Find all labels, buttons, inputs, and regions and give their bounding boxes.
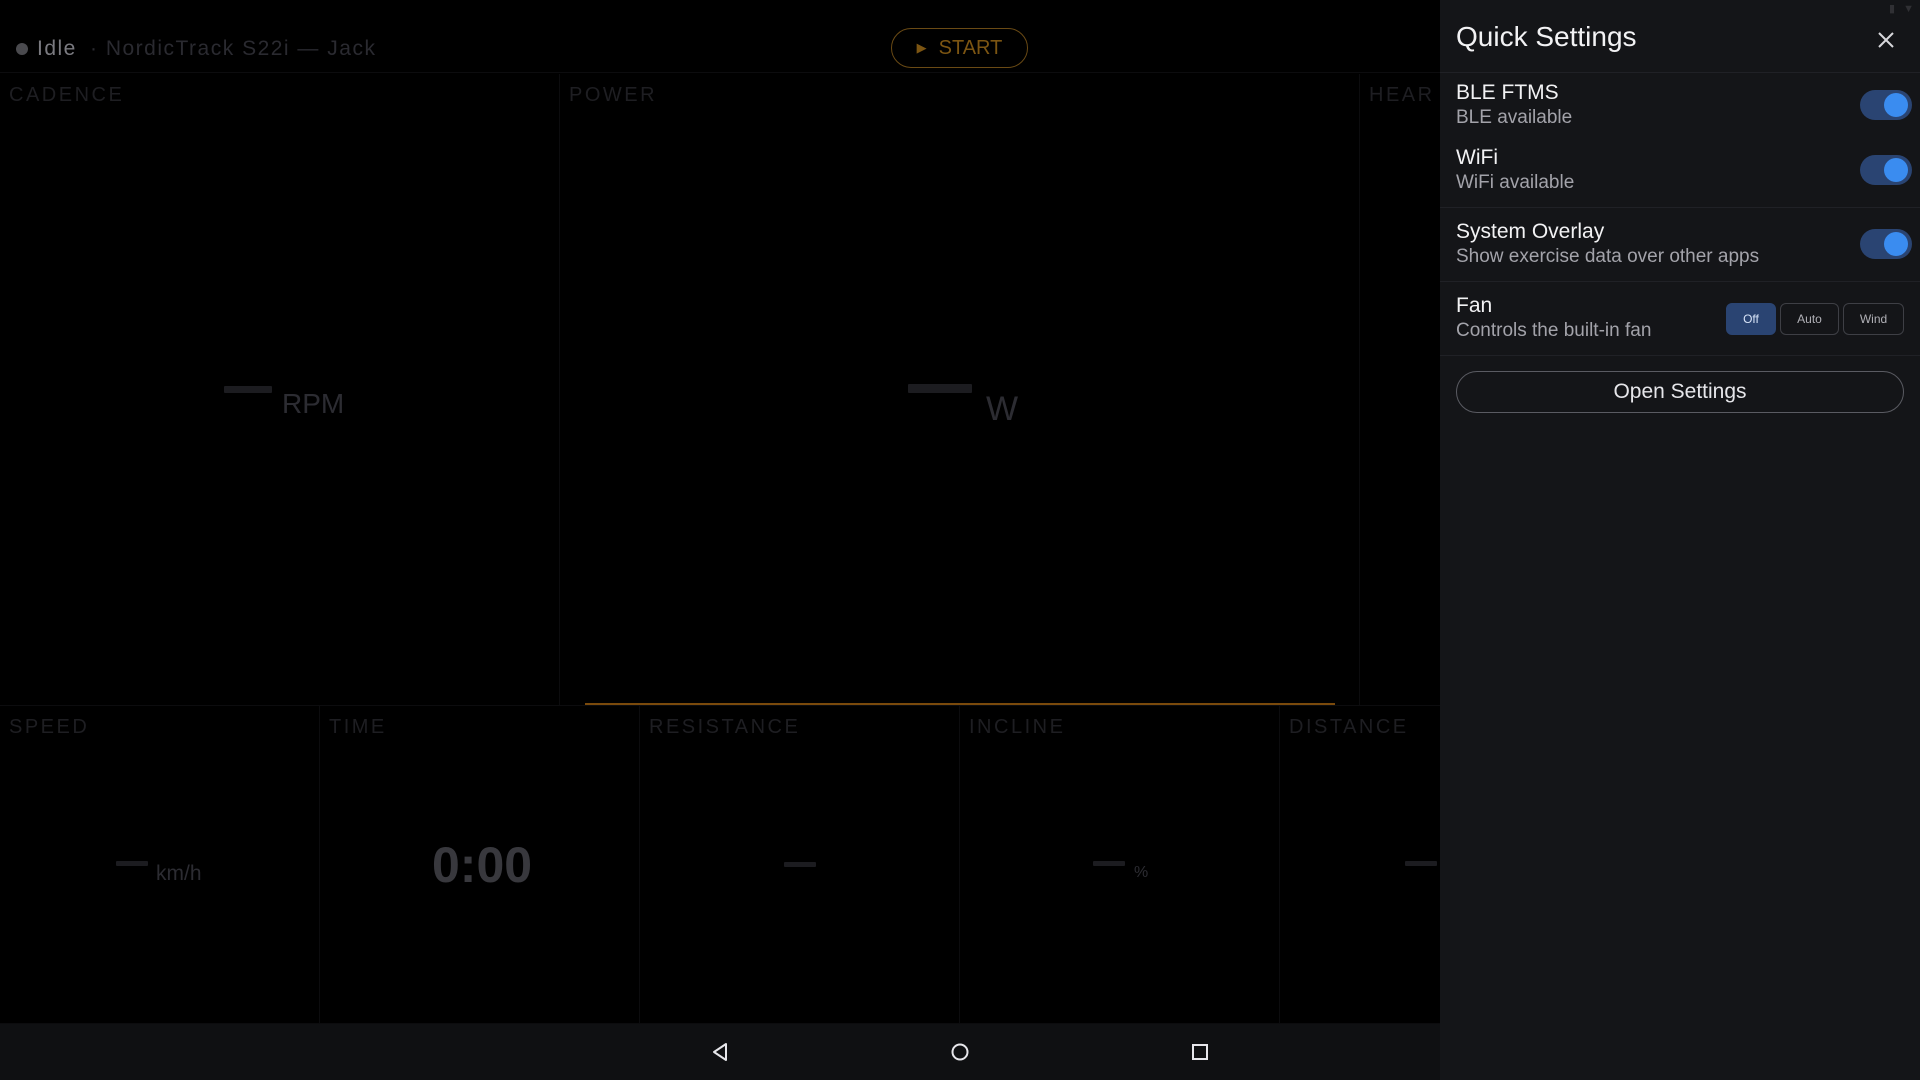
resistance-label: RESISTANCE	[649, 716, 801, 738]
speed-tile: SPEED km/h	[0, 706, 320, 1024]
system-overlay-row: System Overlay Show exercise data over o…	[1456, 219, 1912, 269]
distance-tile: DISTANCE	[1280, 706, 1440, 1024]
incline-unit: %	[1134, 864, 1149, 881]
back-icon	[713, 1043, 727, 1061]
ble-ftms-row: BLE FTMS BLE available	[1456, 80, 1912, 130]
speed-unit: km/h	[156, 862, 202, 885]
time-label: TIME	[329, 716, 387, 738]
power-label: POWER	[569, 84, 658, 106]
wifi-status-icon: ▼	[1903, 2, 1914, 15]
resistance-tile: RESISTANCE	[640, 706, 960, 1024]
incline-value-placeholder	[1093, 861, 1125, 866]
system-navigation-bar	[0, 1024, 1440, 1080]
status-indicator-dot	[16, 43, 28, 55]
power-value-placeholder	[908, 384, 972, 393]
distance-label: DISTANCE	[1289, 716, 1409, 738]
cadence-tile: CADENCE RPM	[0, 74, 560, 706]
home-button[interactable]	[940, 1032, 980, 1072]
toggle-knob	[1884, 93, 1908, 117]
ble-ftms-title: BLE FTMS	[1456, 81, 1559, 104]
fan-auto-option[interactable]: Auto	[1780, 303, 1839, 335]
speed-label: SPEED	[9, 716, 90, 738]
power-progress-bar	[585, 703, 1335, 705]
ble-ftms-subtitle: BLE available	[1456, 107, 1573, 128]
open-settings-button[interactable]: Open Settings	[1456, 371, 1904, 413]
recents-button[interactable]	[1180, 1032, 1220, 1072]
start-button[interactable]: ▶ START	[891, 28, 1028, 68]
device-name: · NordicTrack S22i — Jack	[90, 37, 377, 60]
speed-value-placeholder	[116, 861, 148, 866]
time-tile: TIME 0:00	[320, 706, 640, 1024]
incline-label: INCLINE	[969, 716, 1066, 738]
divider	[1440, 355, 1920, 356]
fan-wind-option[interactable]: Wind	[1843, 303, 1904, 335]
system-overlay-toggle[interactable]	[1860, 229, 1912, 259]
ble-ftms-toggle[interactable]	[1860, 90, 1912, 120]
wifi-row: WiFi WiFi available	[1456, 145, 1912, 195]
recents-icon	[1192, 1044, 1208, 1060]
power-unit: W	[986, 390, 1019, 428]
wifi-title: WiFi	[1456, 146, 1498, 169]
cadence-label: CADENCE	[9, 84, 125, 106]
power-tile: POWER W	[560, 74, 1360, 706]
toggle-knob	[1884, 232, 1908, 256]
divider	[1440, 281, 1920, 282]
heart-rate-tile: HEAR	[1360, 74, 1440, 706]
quick-settings-panel: ▮ ▼ Quick Settings BLE FTMS BLE availabl…	[1440, 0, 1920, 1080]
heart-rate-label: HEAR	[1369, 84, 1435, 106]
close-button[interactable]	[1866, 20, 1906, 60]
incline-tile: INCLINE %	[960, 706, 1280, 1024]
fan-off-option[interactable]: Off	[1726, 303, 1776, 335]
top-bar: Idle · NordicTrack S22i — Jack ▶ START	[0, 0, 1440, 73]
cadence-value-placeholder	[224, 386, 272, 393]
divider	[1440, 72, 1920, 73]
cadence-unit: RPM	[282, 388, 345, 419]
wifi-subtitle: WiFi available	[1456, 172, 1575, 193]
back-button[interactable]	[700, 1032, 740, 1072]
system-overlay-title: System Overlay	[1456, 220, 1605, 243]
resistance-value-placeholder	[784, 862, 816, 867]
system-status-icons: ▮ ▼	[1889, 2, 1914, 16]
quick-settings-title: Quick Settings	[1456, 21, 1637, 52]
elapsed-time: 0:00	[432, 837, 533, 893]
divider	[1440, 207, 1920, 208]
start-button-label: START	[938, 36, 1003, 59]
wifi-toggle[interactable]	[1860, 155, 1912, 185]
home-icon	[951, 1043, 969, 1061]
signal-icon: ▮	[1889, 3, 1896, 15]
workout-status: Idle	[37, 37, 77, 60]
distance-value-placeholder	[1405, 861, 1437, 866]
system-overlay-subtitle: Show exercise data over other apps	[1456, 246, 1760, 267]
play-icon: ▶	[916, 40, 927, 55]
close-icon	[1878, 32, 1894, 48]
workout-dashboard: Idle · NordicTrack S22i — Jack ▶ START C…	[0, 0, 1440, 1024]
toggle-knob	[1884, 158, 1908, 182]
